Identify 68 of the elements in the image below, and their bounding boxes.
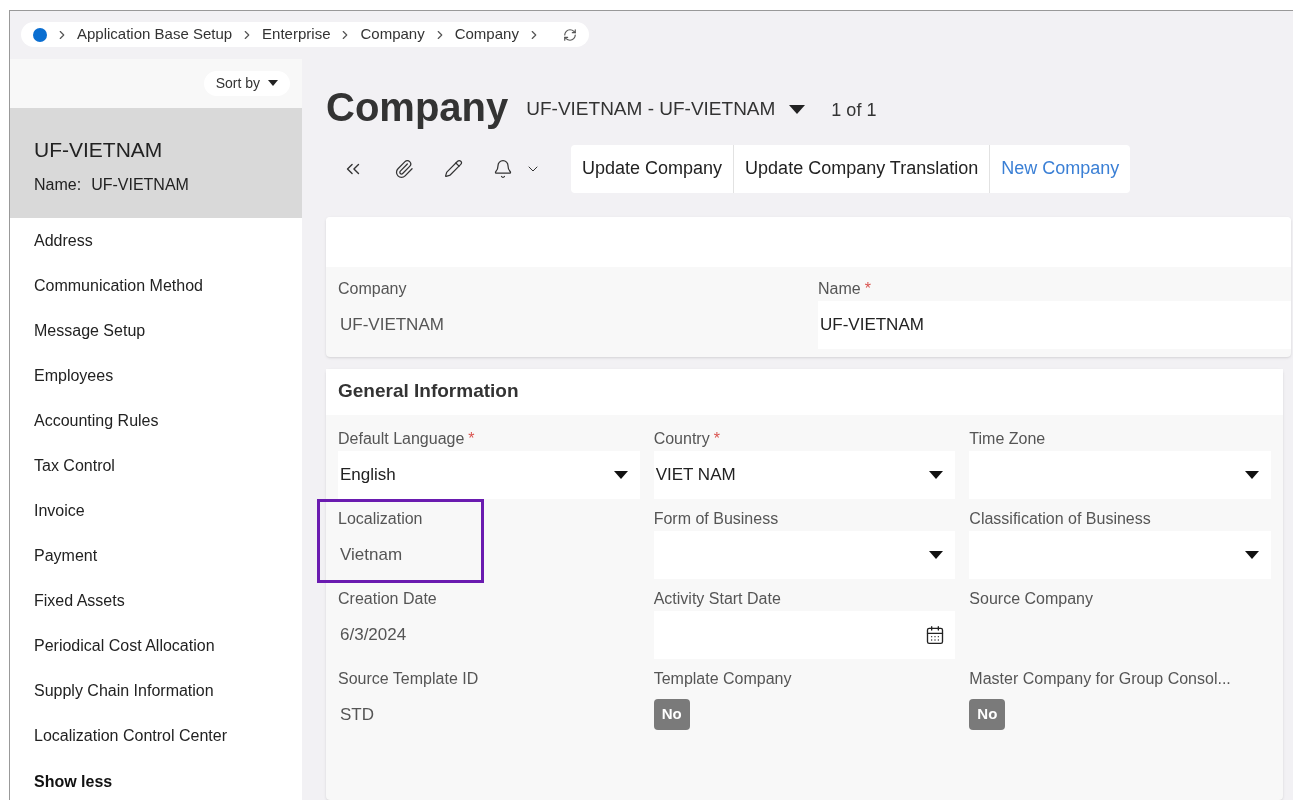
field-label: Localization: [338, 508, 424, 529]
selected-record[interactable]: UF-VIETNAM Name: UF-VIETNAM: [10, 107, 302, 218]
nav-item[interactable]: Payment: [34, 545, 302, 590]
caret-icon: [929, 470, 944, 479]
nav-item[interactable]: Invoice: [34, 500, 302, 545]
nav-item[interactable]: Employees: [34, 365, 302, 410]
name-value: UF-VIETNAM: [91, 175, 189, 196]
calendar-icon: [925, 624, 946, 645]
breadcrumb-link[interactable]: Application Base Setup: [77, 23, 233, 46]
field-value: Vietnam: [340, 543, 403, 566]
dropdown-field[interactable]: [969, 530, 1271, 579]
field-label: Company: [338, 278, 408, 299]
field-label: Activity Start Date: [653, 588, 782, 609]
breadcrumb-link[interactable]: Company: [454, 23, 519, 46]
dropdown-field[interactable]: [653, 530, 956, 579]
field-value: UF-VIETNAM: [340, 313, 444, 336]
field-value: 6/3/2024: [340, 623, 407, 646]
dropdown-field[interactable]: [969, 450, 1271, 499]
record-counter: 1 of 1: [831, 98, 877, 122]
field-label: Classification of Business: [969, 508, 1152, 529]
field-label: Source Template ID: [338, 668, 480, 689]
nav-item[interactable]: Localization Control Center: [34, 725, 302, 770]
caret-icon: [789, 104, 806, 114]
field-label: Template Company: [653, 668, 793, 689]
toolbar-button[interactable]: Update Company: [571, 144, 734, 193]
caret-icon: [1245, 550, 1259, 559]
no-badge[interactable]: No: [969, 699, 1006, 730]
field-label: Master Company for Group Consol...: [969, 668, 1232, 689]
toolbar-button[interactable]: New Company: [989, 144, 1131, 193]
nav-item[interactable]: Address: [34, 230, 302, 275]
field-label: Default Language *: [338, 428, 476, 449]
show-less-link[interactable]: Show less: [34, 770, 302, 800]
name-label: Name:: [34, 175, 82, 196]
page-title: Company: [326, 83, 509, 131]
caret-icon: [929, 550, 944, 559]
section-title: General Information: [326, 368, 1283, 415]
bell-icon[interactable]: [493, 158, 513, 179]
nav-item[interactable]: Supply Chain Information: [34, 680, 302, 725]
no-badge[interactable]: No: [653, 699, 690, 730]
sort-by-button[interactable]: Sort by: [203, 70, 290, 96]
field-label: Source Company: [969, 588, 1094, 609]
text-field[interactable]: UF-VIETNAM: [818, 300, 1291, 349]
nav-item[interactable]: Periodical Cost Allocation: [34, 635, 302, 680]
date-field[interactable]: [653, 610, 956, 659]
breadcrumb-link[interactable]: Company: [360, 23, 425, 46]
caret-icon: [268, 80, 278, 87]
dropdown-field[interactable]: English: [338, 450, 640, 499]
nav-item[interactable]: Fixed Assets: [34, 590, 302, 635]
dropdown-field[interactable]: VIET NAM: [653, 450, 956, 499]
toolbar-button[interactable]: Update Company Translation: [733, 144, 990, 193]
field-label: Country *: [653, 428, 721, 449]
field-label: Creation Date: [338, 588, 438, 609]
paperclip-icon[interactable]: [394, 158, 414, 179]
refresh-icon[interactable]: [562, 27, 577, 42]
nav-item[interactable]: Accounting Rules: [34, 410, 302, 455]
field-label: Form of Business: [653, 508, 780, 529]
field-value: STD: [340, 703, 374, 726]
breadcrumb-link[interactable]: Enterprise: [262, 23, 331, 46]
nav-item[interactable]: Communication Method: [34, 275, 302, 320]
caret-icon: [613, 470, 628, 479]
pencil-icon[interactable]: [444, 159, 463, 178]
nav-item[interactable]: Tax Control: [34, 455, 302, 500]
field-label: Name *: [818, 278, 872, 299]
nav-item[interactable]: Message Setup: [34, 320, 302, 365]
field-label: Time Zone: [969, 428, 1047, 449]
record-title: UF-VIETNAM: [34, 136, 164, 163]
caret-icon: [1245, 470, 1259, 479]
record-selector[interactable]: UF-VIETNAM - UF-VIETNAM: [526, 95, 806, 131]
